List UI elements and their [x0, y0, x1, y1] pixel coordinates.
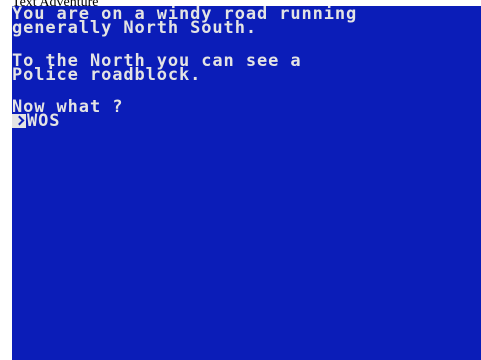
cursor-arrow-icon [12, 114, 26, 128]
page: Text Adventure You are on a windy road r… [0, 0, 481, 360]
game-screen[interactable]: You are on a windy road running generall… [12, 6, 481, 360]
description-line-2: generally North South. [12, 18, 257, 38]
description-line-4: Police roadblock. [12, 65, 202, 85]
typed-command[interactable]: WOS [27, 113, 60, 130]
command-input[interactable]: WOS [12, 113, 60, 130]
